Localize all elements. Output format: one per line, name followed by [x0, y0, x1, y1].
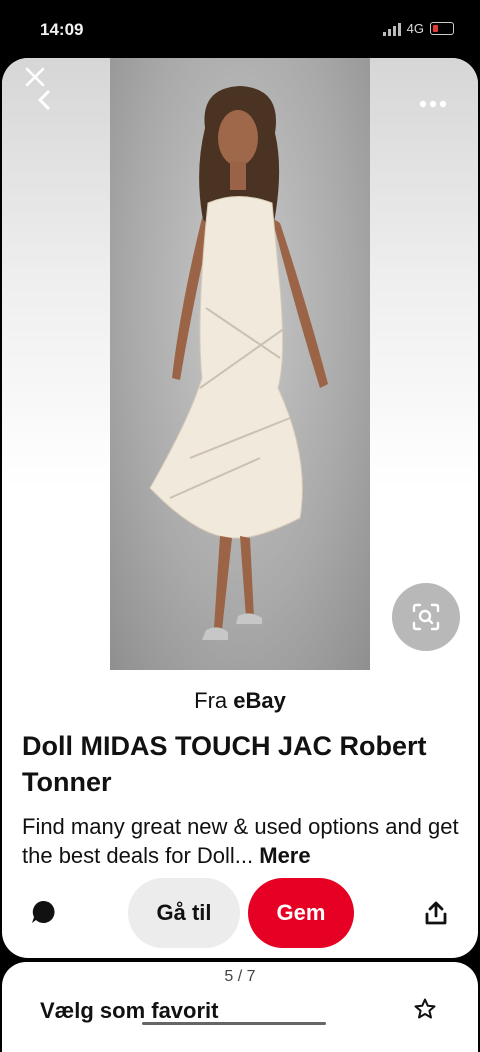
more-link[interactable]: Mere [259, 843, 310, 868]
status-time: 14:09 [40, 20, 84, 39]
share-icon[interactable] [423, 899, 449, 927]
battery-icon [430, 22, 454, 35]
comment-icon[interactable] [29, 898, 57, 926]
goto-button[interactable]: Gå til [128, 878, 240, 948]
save-button[interactable]: Gem [248, 878, 354, 948]
pin-image[interactable] [110, 58, 370, 670]
page-indicator: 5 / 7 [224, 968, 256, 985]
status-indicators: 4G [382, 21, 454, 36]
network-label: 4G [406, 21, 424, 36]
star-icon[interactable] [412, 996, 438, 1022]
visual-search-icon[interactable] [392, 583, 460, 651]
pin-source[interactable]: Fra eBay [2, 688, 478, 714]
favorite-label[interactable]: Vælg som favorit [40, 998, 218, 1024]
chevron-left-icon[interactable] [32, 88, 56, 112]
description-text: Find many great new & used options and g… [22, 814, 459, 868]
pin-card: Fra eBay Doll MIDAS TOUCH JAC Robert Ton… [2, 58, 478, 958]
status-bar: 14:09 4G [0, 0, 480, 60]
source-name: eBay [233, 688, 286, 713]
close-icon[interactable] [22, 64, 48, 90]
doll-illustration [149, 86, 328, 640]
signal-icon [382, 22, 401, 36]
pin-description: Find many great new & used options and g… [22, 812, 462, 870]
home-indicator [142, 1022, 326, 1025]
pin-title: Doll MIDAS TOUCH JAC Robert Tonner [22, 731, 427, 797]
bottom-sheet: 5 / 7 Vælg som favorit [2, 962, 478, 1052]
source-prefix: Fra [194, 688, 228, 713]
more-horizontal-icon[interactable] [418, 94, 448, 114]
